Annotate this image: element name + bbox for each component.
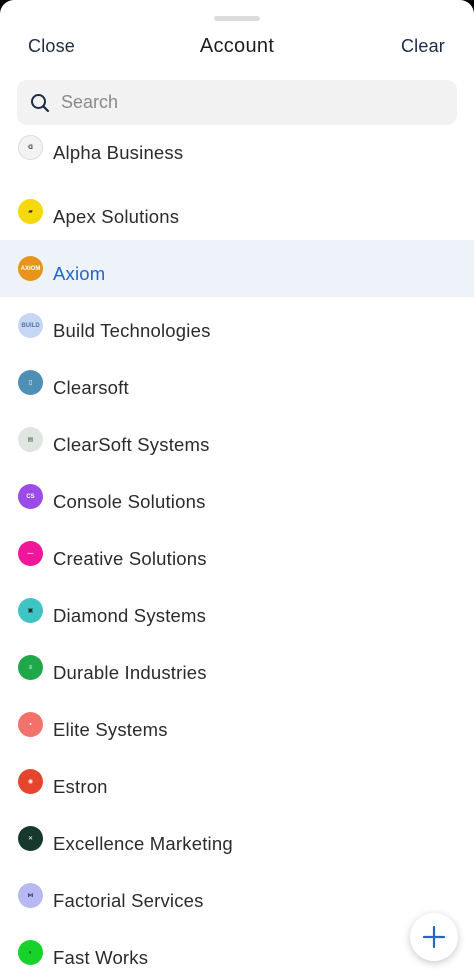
search-bar[interactable] bbox=[17, 80, 457, 125]
account-logo-mark: ≡ bbox=[28, 664, 33, 671]
account-logo-mark: BUILD bbox=[21, 322, 40, 329]
account-row[interactable]: ✕ Excellence Marketing bbox=[0, 810, 474, 867]
account-row[interactable]: — Creative Solutions bbox=[0, 525, 474, 582]
account-row[interactable]: AXIOM Axiom bbox=[0, 240, 474, 297]
account-logo-mark: ▣ bbox=[27, 607, 34, 614]
account-logo-mark: CS bbox=[26, 493, 35, 500]
account-logo-mark: • bbox=[29, 721, 32, 728]
plus-icon bbox=[422, 925, 446, 949]
account-name: Durable Industries bbox=[53, 662, 207, 683]
account-row[interactable]: ≡ Durable Industries bbox=[0, 639, 474, 696]
search-input[interactable] bbox=[61, 80, 441, 125]
account-logo: ◉ bbox=[18, 769, 43, 794]
account-name: Build Technologies bbox=[53, 320, 211, 341]
account-list: ᗡ Alpha Business ▰ Apex Solutions AXIOM Axiom… bbox=[0, 126, 474, 976]
account-logo-mark: AXIOM bbox=[20, 265, 41, 272]
account-logo: ▣ bbox=[18, 598, 43, 623]
account-name: Elite Systems bbox=[53, 719, 168, 740]
account-row[interactable]: ▣ Diamond Systems bbox=[0, 582, 474, 639]
account-logo: BUILD bbox=[18, 313, 43, 338]
account-row[interactable]: • Elite Systems bbox=[0, 696, 474, 753]
account-logo: ◐ bbox=[18, 940, 43, 965]
account-name: Creative Solutions bbox=[53, 548, 207, 569]
account-logo: ⋈ bbox=[18, 883, 43, 908]
account-logo-mark: ᗡ bbox=[28, 144, 33, 151]
account-row[interactable]: CS Console Solutions bbox=[0, 468, 474, 525]
account-name: Diamond Systems bbox=[53, 605, 207, 626]
account-logo: CS bbox=[18, 484, 43, 509]
account-logo: • bbox=[18, 712, 43, 737]
account-logo-mark: — bbox=[27, 550, 34, 557]
account-name: Excellence Marketing bbox=[53, 833, 233, 854]
add-account-button[interactable] bbox=[410, 913, 458, 961]
account-row[interactable]: ⋈ Factorial Services bbox=[0, 867, 474, 924]
account-logo-mark: ✕ bbox=[27, 835, 34, 842]
account-row[interactable]: ◐ Fast Works bbox=[0, 924, 474, 976]
account-row[interactable]: ᗡ Alpha Business bbox=[0, 126, 474, 183]
account-name: Alpha Business bbox=[53, 142, 184, 163]
account-logo: AXIOM bbox=[18, 256, 43, 281]
account-logo-mark: ▰ bbox=[28, 208, 33, 215]
account-name: ClearSoft Systems bbox=[53, 434, 210, 455]
account-name: Console Solutions bbox=[53, 491, 206, 512]
account-logo: — bbox=[18, 541, 43, 566]
drag-handle[interactable] bbox=[214, 16, 260, 21]
account-row[interactable]: ▰ Apex Solutions bbox=[0, 183, 474, 240]
account-logo-mark: ◐ bbox=[28, 949, 33, 956]
account-row[interactable]: ▤ ClearSoft Systems bbox=[0, 411, 474, 468]
account-logo-mark: ⋈ bbox=[27, 892, 34, 899]
account-logo: ▯ bbox=[18, 370, 43, 395]
account-logo: ▤ bbox=[18, 427, 43, 452]
account-row[interactable]: BUILD Build Technologies bbox=[0, 297, 474, 354]
account-name: Estron bbox=[53, 776, 108, 797]
account-row[interactable]: ◉ Estron bbox=[0, 753, 474, 810]
account-logo: ᗡ bbox=[18, 135, 43, 160]
account-name: Factorial Services bbox=[53, 890, 204, 911]
account-name: Axiom bbox=[53, 263, 106, 284]
header: Close Account Clear bbox=[0, 30, 474, 62]
account-row[interactable]: ▯ Clearsoft bbox=[0, 354, 474, 411]
clear-button[interactable]: Clear bbox=[401, 30, 445, 62]
account-picker-sheet: Close Account Clear ᗡ Alpha Business ▰ Apex… bbox=[0, 0, 474, 976]
account-logo-mark: ◉ bbox=[27, 778, 34, 785]
account-logo-mark: ▤ bbox=[27, 436, 34, 443]
search-icon bbox=[31, 94, 50, 113]
account-logo-mark: ▯ bbox=[28, 379, 33, 386]
account-logo: ✕ bbox=[18, 826, 43, 851]
account-logo: ≡ bbox=[18, 655, 43, 680]
account-name: Fast Works bbox=[53, 947, 149, 968]
account-name: Clearsoft bbox=[53, 377, 129, 398]
account-logo: ▰ bbox=[18, 199, 43, 224]
account-name: Apex Solutions bbox=[53, 206, 180, 227]
